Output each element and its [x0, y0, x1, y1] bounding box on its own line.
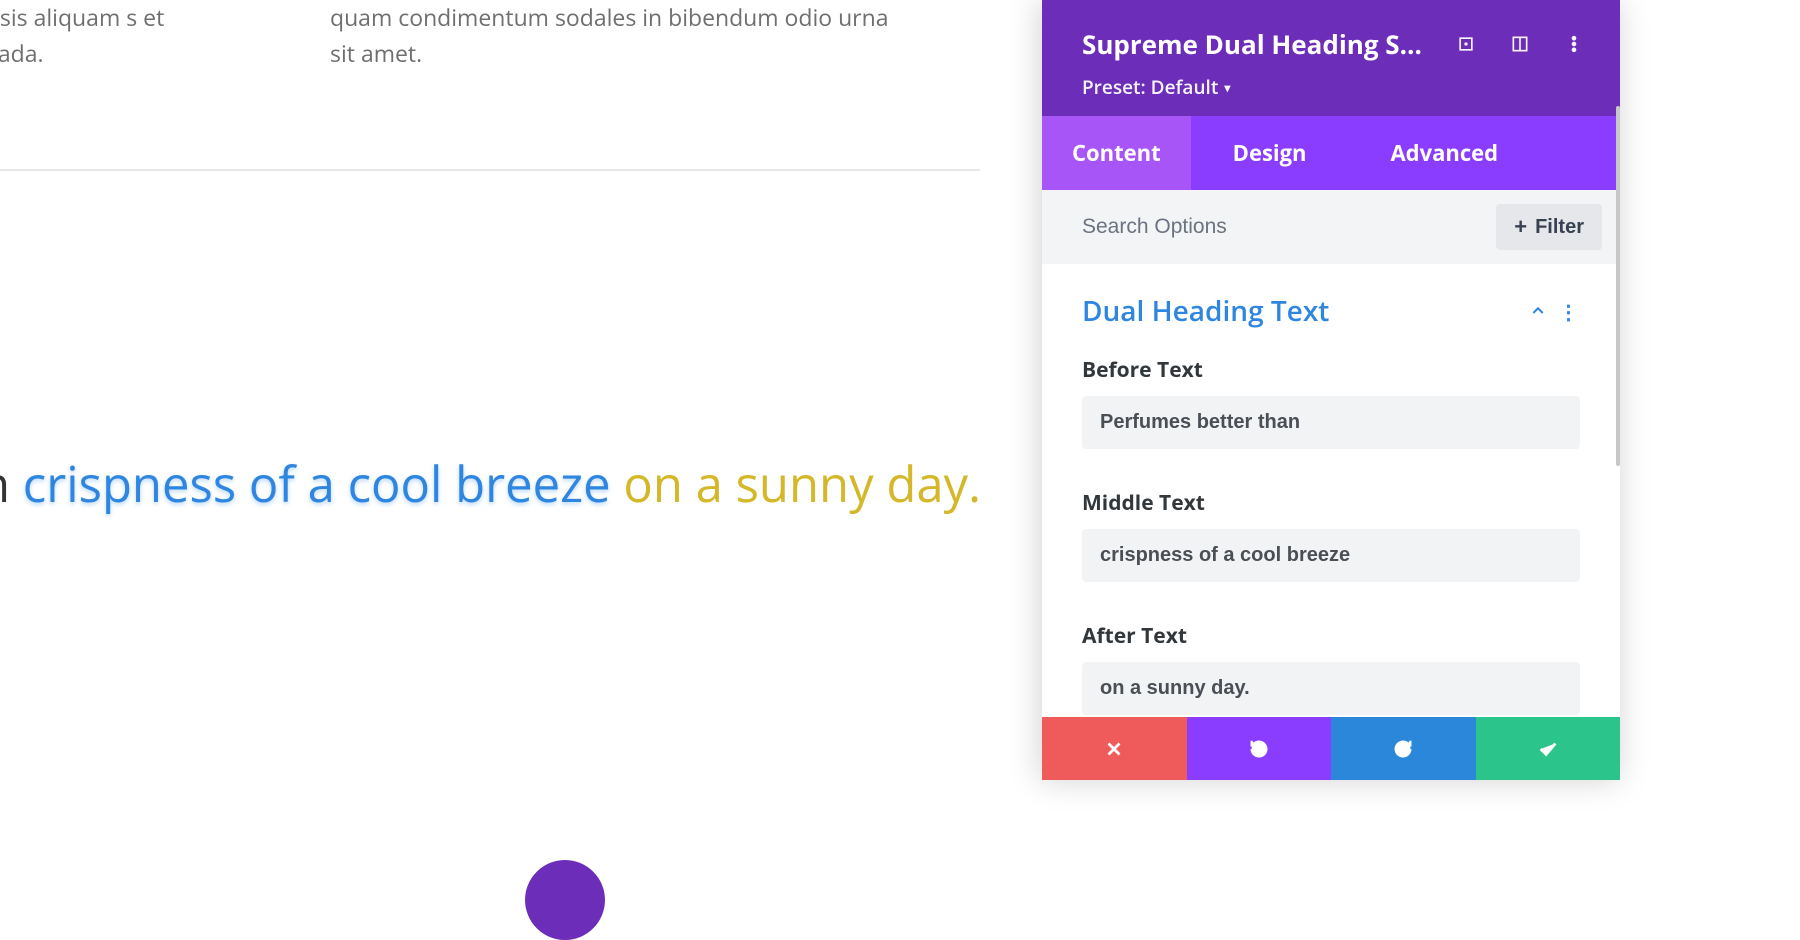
- close-button[interactable]: [1042, 717, 1187, 780]
- preset-label: Preset: Default: [1082, 74, 1218, 100]
- panel-scrollbar[interactable]: [1616, 106, 1620, 466]
- chevron-up-icon[interactable]: [1520, 297, 1556, 325]
- expand-icon[interactable]: [1444, 22, 1488, 66]
- save-button[interactable]: [1476, 717, 1621, 780]
- after-text-label: After Text: [1082, 622, 1580, 650]
- search-input[interactable]: [1082, 215, 1484, 239]
- middle-text-label: Middle Text: [1082, 489, 1580, 517]
- lorem-text-right: quam condimentum sodales in bibendum odi…: [330, 0, 890, 71]
- section-kebab-icon[interactable]: ⋮: [1556, 298, 1580, 325]
- page-preview: tis facilisis aliquam s et malesuada. qu…: [0, 0, 980, 900]
- settings-panel: Supreme Dual Heading Set... Preset: Defa…: [1042, 0, 1620, 780]
- caret-down-icon: ▾: [1224, 79, 1230, 96]
- undo-button[interactable]: [1187, 717, 1332, 780]
- tab-advanced[interactable]: Advanced: [1348, 116, 1528, 190]
- search-row: + Filter: [1042, 190, 1620, 264]
- panel-header: Supreme Dual Heading Set... Preset: Defa…: [1042, 0, 1620, 116]
- lorem-text-left: tis facilisis aliquam s et malesuada.: [0, 0, 220, 71]
- heading-after-text: on a sunny day.: [623, 451, 981, 517]
- builder-fab-button[interactable]: [525, 860, 605, 940]
- tab-design[interactable]: Design: [1191, 116, 1349, 190]
- snap-icon[interactable]: [1498, 22, 1542, 66]
- before-text-input[interactable]: [1082, 396, 1580, 449]
- panel-footer: [1042, 717, 1620, 780]
- lorem-row: tis facilisis aliquam s et malesuada. qu…: [0, 0, 980, 71]
- filter-button[interactable]: + Filter: [1496, 204, 1602, 250]
- panel-title: Supreme Dual Heading Set...: [1082, 26, 1434, 62]
- dual-heading-preview[interactable]: tter than crispness of a cool breeze on …: [0, 171, 980, 517]
- heading-before-text: tter than: [0, 451, 10, 517]
- tab-content[interactable]: Content: [1042, 116, 1191, 190]
- heading-middle-text: crispness of a cool breeze: [23, 451, 611, 517]
- filter-label: Filter: [1535, 216, 1584, 239]
- after-text-input[interactable]: [1082, 662, 1580, 715]
- middle-text-input[interactable]: [1082, 529, 1580, 582]
- settings-tabs: Content Design Advanced: [1042, 116, 1620, 190]
- section-title[interactable]: Dual Heading Text: [1082, 292, 1520, 330]
- section-dual-heading-text: Dual Heading Text ⋮ Before Text Middle T…: [1042, 264, 1620, 717]
- plus-icon: +: [1514, 214, 1527, 240]
- preset-dropdown[interactable]: Preset: Default ▾: [1082, 74, 1596, 100]
- redo-button[interactable]: [1331, 717, 1476, 780]
- before-text-label: Before Text: [1082, 356, 1580, 384]
- kebab-menu-icon[interactable]: [1552, 22, 1596, 66]
- right-gutter: [1620, 0, 1800, 900]
